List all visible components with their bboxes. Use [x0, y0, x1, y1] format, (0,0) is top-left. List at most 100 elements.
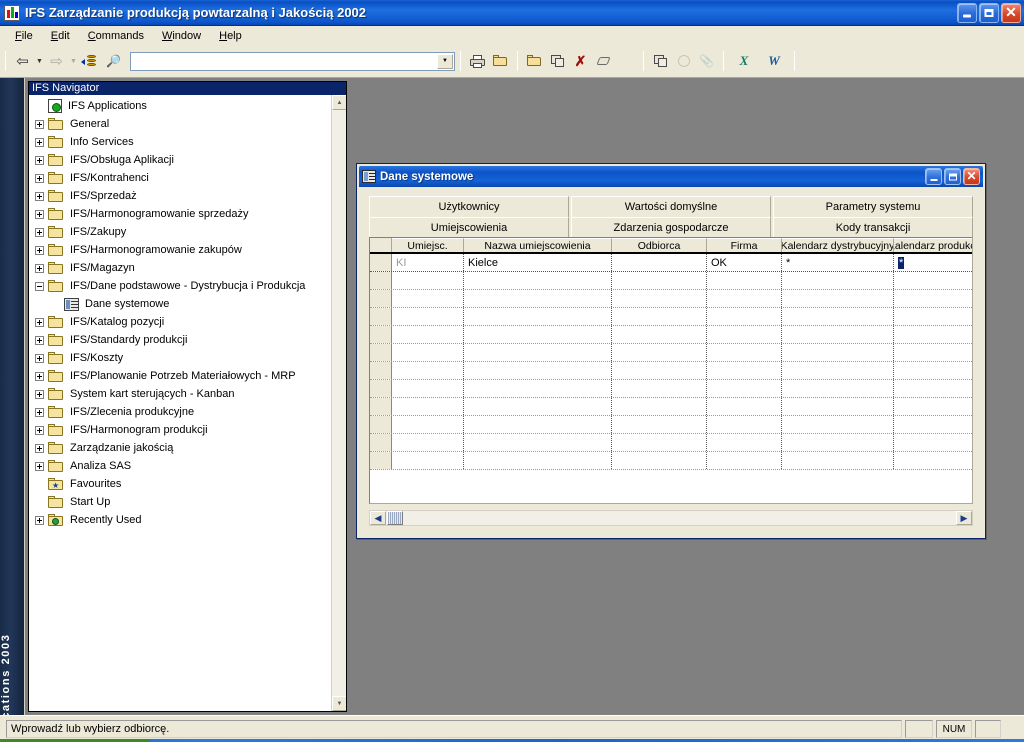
chevron-right-icon[interactable]: ▶	[956, 511, 972, 525]
grid-row[interactable]	[370, 398, 972, 416]
grid-cell[interactable]	[894, 398, 972, 415]
tab-1[interactable]: Umiejscowienia	[369, 217, 569, 238]
red-x-icon[interactable]: ✗	[569, 50, 592, 72]
eraser-icon[interactable]	[592, 50, 615, 72]
tree-item[interactable]: IFS Applications	[29, 97, 346, 115]
tree-item[interactable]: IFS/Standardy produkcji	[29, 331, 346, 349]
grid-cell[interactable]	[464, 416, 612, 433]
address-input[interactable]	[133, 53, 452, 69]
grid-cell[interactable]	[392, 380, 464, 397]
expand-plus-icon[interactable]	[35, 227, 44, 237]
grid-column-header[interactable]: Kalendarz produkcyjny	[894, 238, 972, 252]
grid-cell[interactable]	[707, 308, 782, 325]
grid-row[interactable]	[370, 272, 972, 290]
grid-cell[interactable]	[392, 434, 464, 451]
grid-row-selector[interactable]	[370, 326, 392, 343]
grid-body[interactable]: KI Kielce OK * *	[370, 254, 972, 470]
menu-commands[interactable]: Commands	[79, 28, 153, 44]
restore-button[interactable]	[979, 2, 999, 23]
grid-cell[interactable]	[612, 344, 707, 361]
dialog-close-button[interactable]: ✕	[963, 168, 980, 185]
tab-2[interactable]: Wartości domyślne	[571, 196, 771, 217]
grid-cell[interactable]	[894, 290, 972, 307]
grid-cell[interactable]	[464, 398, 612, 415]
grid-row-selector[interactable]	[370, 434, 392, 451]
grid-cell[interactable]	[464, 308, 612, 325]
word-w-icon[interactable]: W	[759, 50, 789, 72]
grid-column-header[interactable]: Nazwa umiejscowienia	[464, 238, 612, 252]
expand-plus-icon[interactable]	[35, 191, 44, 201]
tree-item[interactable]: IFS/Harmonogram produkcji	[29, 421, 346, 439]
menu-window[interactable]: Window	[153, 28, 210, 44]
expand-plus-icon[interactable]	[35, 137, 44, 147]
grid-cell[interactable]	[612, 272, 707, 289]
tree-item[interactable]: Zarządzanie jakością	[29, 439, 346, 457]
grid-cell[interactable]	[707, 326, 782, 343]
grid-cell[interactable]	[464, 272, 612, 289]
tree-item[interactable]: Info Services	[29, 133, 346, 151]
expand-plus-icon[interactable]	[35, 443, 44, 453]
grid-row-selector[interactable]	[370, 272, 392, 289]
expand-plus-icon[interactable]	[35, 119, 44, 129]
tab-2[interactable]: Zdarzenia gospodarcze	[571, 217, 771, 238]
grid-row-selector[interactable]	[370, 362, 392, 379]
menu-help[interactable]: Help	[210, 28, 251, 44]
grid-row-selector[interactable]	[370, 380, 392, 397]
grid-row[interactable]	[370, 308, 972, 326]
tree-item[interactable]: System kart sterujących - Kanban	[29, 385, 346, 403]
grid-cell[interactable]	[612, 362, 707, 379]
grid-cell[interactable]	[612, 308, 707, 325]
grid-column-header[interactable]: Firma	[707, 238, 782, 252]
folder-icon[interactable]	[546, 50, 569, 72]
excel-x-icon[interactable]: X	[729, 50, 759, 72]
grid-row-selector[interactable]	[370, 416, 392, 433]
grid-cell[interactable]	[464, 452, 612, 469]
grid-horizontal-scrollbar[interactable]: ◀ ▶	[369, 510, 973, 526]
tree-item[interactable]: IFS/Zlecenia produkcyjne	[29, 403, 346, 421]
tab-1[interactable]: Użytkownicy	[369, 196, 569, 217]
tree-item[interactable]: Analiza SAS	[29, 457, 346, 475]
grid-cell[interactable]	[464, 344, 612, 361]
grid-cell[interactable]: Kielce	[464, 254, 612, 271]
expand-plus-icon[interactable]	[35, 317, 44, 327]
tree-item[interactable]: Start Up	[29, 493, 346, 511]
grid-cell[interactable]: *	[894, 254, 972, 271]
expand-plus-icon[interactable]	[35, 371, 44, 381]
grid-cell[interactable]	[707, 398, 782, 415]
address-chevron-down-icon[interactable]: ▼	[437, 53, 453, 69]
grid-column-header[interactable]: Odbiorca	[612, 238, 707, 252]
grid-cell[interactable]	[782, 362, 894, 379]
expand-plus-icon[interactable]	[35, 515, 44, 525]
grid-cell[interactable]	[782, 272, 894, 289]
grid-row[interactable]	[370, 434, 972, 452]
grid-cell[interactable]	[707, 344, 782, 361]
expand-plus-icon[interactable]	[35, 461, 44, 471]
circle-icon[interactable]	[672, 50, 695, 72]
grid-cell[interactable]	[894, 344, 972, 361]
menu-edit[interactable]: Edit	[42, 28, 79, 44]
grid-column-header[interactable]: Umiejsc.	[392, 238, 464, 252]
tree-item[interactable]: Dane systemowe	[29, 295, 346, 313]
grid-cell[interactable]	[392, 272, 464, 289]
tree-item[interactable]: Recently Used	[29, 511, 346, 529]
back-chevron-down-icon[interactable]: ▼	[34, 58, 45, 65]
grid-cell[interactable]	[707, 416, 782, 433]
grid-cell[interactable]	[464, 434, 612, 451]
grid-cell[interactable]	[782, 416, 894, 433]
grid-corner-cell[interactable]	[370, 238, 392, 252]
grid-cell[interactable]: OK	[707, 254, 782, 271]
grid-cell[interactable]	[707, 290, 782, 307]
tree-item[interactable]: General	[29, 115, 346, 133]
grid-row[interactable]	[370, 326, 972, 344]
menu-file[interactable]: FFileile	[6, 28, 42, 44]
folder-open-icon[interactable]	[489, 50, 512, 72]
grid-cell[interactable]: *	[782, 254, 894, 271]
tree-item[interactable]: IFS/Koszty	[29, 349, 346, 367]
grid-column-header[interactable]: Kalendarz dystrybucyjny	[782, 238, 894, 252]
grid-cell[interactable]	[782, 326, 894, 343]
expand-plus-icon[interactable]	[35, 389, 44, 399]
grid-row[interactable]	[370, 344, 972, 362]
chevron-up-icon[interactable]: ▲	[332, 95, 346, 110]
grid-cell[interactable]	[894, 272, 972, 289]
navigator-tree[interactable]: IFS Applications General Info Services IFS/…	[29, 95, 346, 529]
